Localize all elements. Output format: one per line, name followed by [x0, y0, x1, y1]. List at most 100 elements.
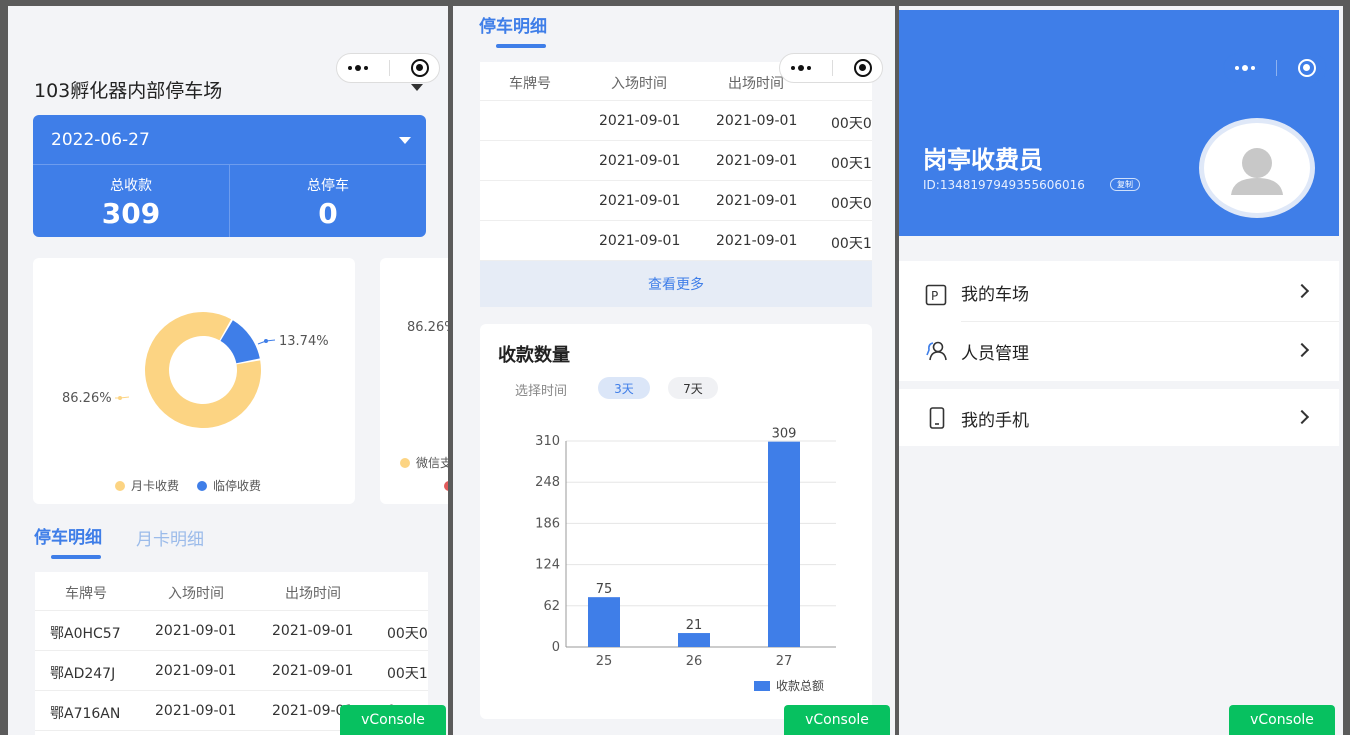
- panel-profile: 岗亭收费员 ID:1348197949355606016 复制 P 我的车场 人…: [899, 6, 1343, 735]
- copy-id-button[interactable]: 复制: [1110, 178, 1140, 191]
- more-menu-icon[interactable]: [1234, 65, 1255, 71]
- menu-label: 我的手机: [961, 411, 1029, 431]
- payment-percent-label: 86.26%: [407, 320, 448, 335]
- vconsole-button[interactable]: vConsole: [1229, 705, 1335, 735]
- close-miniprogram-icon[interactable]: [410, 59, 429, 77]
- profile-header: 岗亭收费员 ID:1348197949355606016 复制: [899, 10, 1339, 236]
- capsule-divider: [831, 60, 833, 76]
- parking-lot-title[interactable]: 103孵化器内部停车场: [34, 76, 222, 103]
- phone-icon: [929, 407, 945, 429]
- bar[interactable]: [588, 597, 620, 647]
- y-tick-label: 248: [535, 475, 560, 490]
- tab-monthly-details[interactable]: 月卡明细: [136, 525, 204, 550]
- table-row[interactable]: 2021-09-01 2021-09-01 00天1: [480, 142, 872, 181]
- temp-label-dot: [264, 339, 268, 343]
- legend-wechat[interactable]: 微信支: [416, 454, 448, 471]
- total-income-label: 总收款: [110, 178, 152, 194]
- cell-duration: 00天0: [387, 626, 428, 642]
- donut-legend: 月卡收费 临停收费: [115, 477, 261, 494]
- header-entry-time: 入场时间: [611, 76, 667, 92]
- capsule-divider: [1275, 60, 1277, 76]
- header-plate: 车牌号: [509, 76, 551, 92]
- y-tick-label: 310: [535, 434, 560, 449]
- cell-exit: 2021-09-01: [716, 233, 798, 249]
- cell-entry: 2021-09-01: [599, 153, 681, 169]
- y-tick-label: 0: [552, 640, 560, 655]
- date-dropdown-icon[interactable]: [399, 137, 411, 144]
- bar[interactable]: [768, 441, 800, 647]
- chevron-right-icon: [1294, 409, 1310, 425]
- payment-legend: 微信支: [400, 454, 448, 471]
- tab-active-indicator: [496, 44, 546, 48]
- close-miniprogram-icon[interactable]: [853, 59, 872, 77]
- close-miniprogram-icon[interactable]: [1297, 59, 1316, 77]
- menu-item-staff-management[interactable]: 人员管理: [899, 322, 1339, 379]
- table-row[interactable]: 2021-09-01 2021-09-01 00天0: [480, 182, 872, 221]
- date-picker[interactable]: 2022-06-27: [51, 130, 150, 150]
- monthly-label-dot: [118, 396, 122, 400]
- legend-swatch: [754, 681, 770, 691]
- stats-card: 2022-06-27 总收款 309 总停车 0: [33, 115, 426, 237]
- table-row[interactable]: 2021-09-01 2021-09-01 00天0: [480, 102, 872, 141]
- miniprogram-capsule: [336, 53, 440, 83]
- legend-swatch-wechat: [400, 457, 410, 468]
- avatar[interactable]: [1199, 118, 1315, 218]
- table-row[interactable]: 鄂AD247J 2021-09-01 2021-09-01 00天1: [35, 652, 428, 691]
- tab-parking-details[interactable]: 停车明细: [34, 523, 102, 548]
- cell-exit: 2021-09-01: [272, 663, 354, 679]
- cell-duration: 00天0: [831, 196, 872, 212]
- panel-parking-details: 停车明细 车牌号 入场时间 出场时间 2021-09-01 2021-09-01…: [453, 6, 895, 735]
- total-parked-stat: 总停车 0: [230, 175, 426, 230]
- monthly-percent-label: 86.26%: [62, 391, 112, 406]
- panel-parking-overview: 103孵化器内部停车场 2022-06-27 总收款 309 总停车 0 13.…: [8, 6, 448, 735]
- header-plate: 车牌号: [65, 586, 107, 602]
- y-tick-label: 62: [543, 599, 560, 614]
- bar[interactable]: [678, 633, 710, 647]
- tab-parking-details[interactable]: 停车明细: [479, 12, 547, 37]
- legend-monthly[interactable]: 月卡收费: [131, 477, 179, 494]
- temp-percent-label: 13.74%: [279, 334, 329, 349]
- legend-swatch-other: [444, 481, 448, 491]
- miniprogram-capsule: [779, 53, 883, 83]
- table-row[interactable]: 2021-09-01 2021-09-01 00天1: [480, 222, 872, 261]
- legend-swatch-monthly: [115, 480, 125, 491]
- people-icon: [926, 341, 947, 361]
- legend-temp[interactable]: 临停收费: [213, 477, 261, 494]
- more-menu-icon[interactable]: [790, 65, 811, 71]
- cell-exit: 2021-09-01: [272, 623, 354, 639]
- menu-item-my-parking-lot[interactable]: P 我的车场: [899, 263, 1339, 320]
- cell-exit: 2021-09-01: [716, 193, 798, 209]
- cell-duration: 00天1: [831, 236, 872, 252]
- menu-group: 我的手机: [899, 389, 1339, 446]
- table-header: 车牌号 入场时间 出场时间: [35, 572, 428, 611]
- vconsole-button[interactable]: vConsole: [340, 705, 446, 735]
- lot-dropdown-icon[interactable]: [411, 84, 423, 91]
- cell-plate: 鄂A716AN: [50, 706, 121, 722]
- total-parked-value: 0: [318, 197, 338, 230]
- menu-item-my-phone[interactable]: 我的手机: [899, 389, 1339, 446]
- user-role-title: 岗亭收费员: [923, 146, 1043, 174]
- cell-entry: 2021-09-01: [155, 663, 237, 679]
- menu-label: 人员管理: [961, 344, 1029, 364]
- cell-entry: 2021-09-01: [155, 623, 237, 639]
- x-tick-label: 26: [686, 654, 703, 669]
- cell-plate: 鄂A0HC57: [50, 626, 121, 642]
- cell-plate: 鄂AD247J: [50, 666, 116, 682]
- table-row[interactable]: 鄂A0HC57 2021-09-01 2021-09-01 00天0: [35, 612, 428, 651]
- total-parked-label: 总停车: [307, 178, 349, 194]
- user-id: ID:1348197949355606016: [923, 178, 1085, 192]
- more-menu-icon[interactable]: [347, 65, 368, 71]
- cell-entry: 2021-09-01: [599, 233, 681, 249]
- chevron-right-icon: [1294, 283, 1310, 299]
- income-bar-chart: 0 62 124 186 248 310 75 25 21 26 309 27 收款总额: [535, 427, 836, 693]
- vconsole-button[interactable]: vConsole: [784, 705, 890, 735]
- fee-type-donut-chart: 13.74% 86.26%: [62, 312, 329, 428]
- total-income-value: 309: [101, 197, 161, 230]
- view-more-button[interactable]: 查看更多: [480, 261, 872, 307]
- bar-value-label: 309: [772, 427, 797, 442]
- x-tick-label: 27: [776, 654, 793, 669]
- menu-label: 我的车场: [961, 285, 1029, 305]
- income-chart-card: 收款数量 选择时间 3天 7天 0 62 124 186 248 310 75 25 21 26 3…: [480, 324, 872, 719]
- chevron-right-icon: [1294, 342, 1310, 358]
- svg-text:P: P: [931, 289, 938, 303]
